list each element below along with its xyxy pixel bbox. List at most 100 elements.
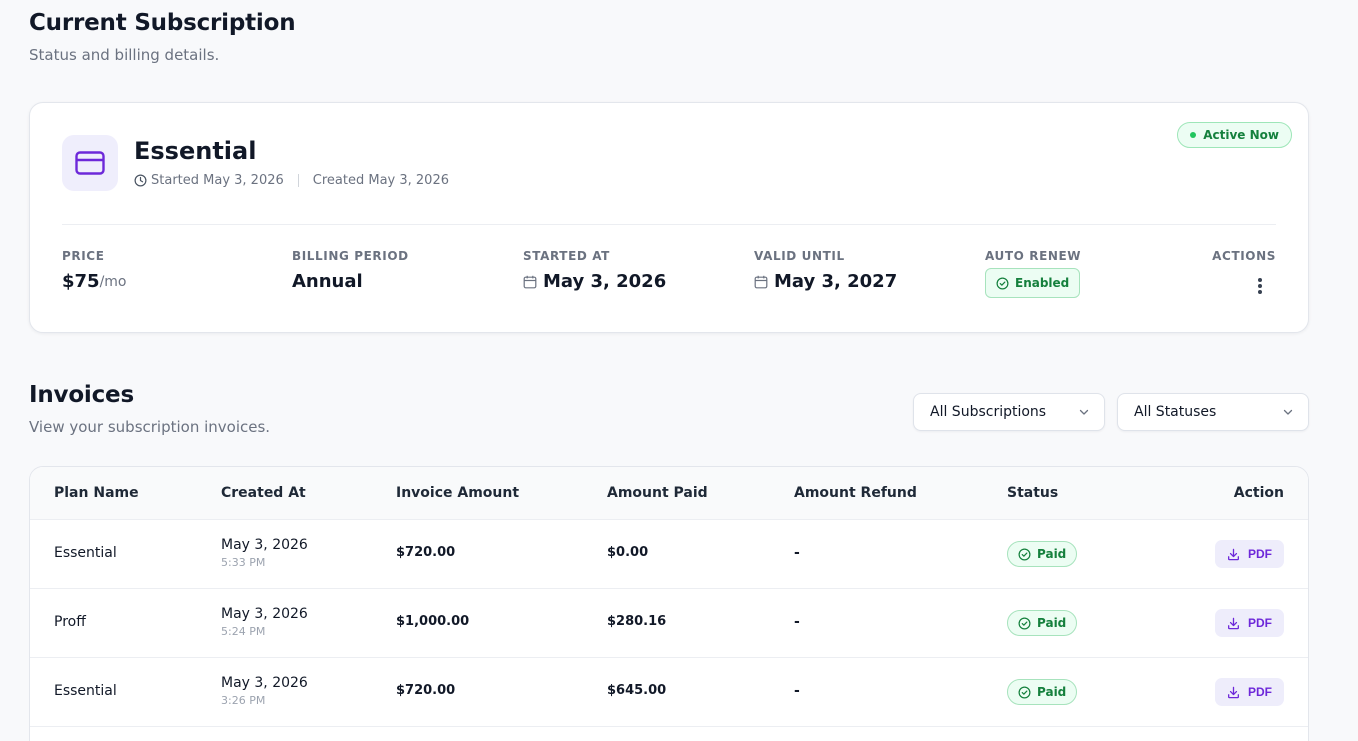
cell-amount-refund: - [794,683,800,699]
invoices-title: Invoices [29,382,134,408]
header-action: Action [1233,485,1284,501]
cell-status: Paid [1007,541,1078,567]
plan-name: Essential [134,137,257,165]
cell-status: Paid [1007,679,1078,705]
credit-card-icon [62,135,118,191]
started-at-label: STARTED AT [523,249,610,263]
cell-amount-paid: $280.16 [607,614,667,629]
card-divider [62,224,1276,225]
cell-date: May 3, 2026 [221,675,308,691]
cell-action: PDF [1215,678,1284,706]
status-dot [1190,132,1197,138]
header-invoice-amount: Invoice Amount [396,485,520,501]
subscription-subtitle: Status and billing details. [29,46,220,64]
price-unit: /mo [99,273,127,290]
status-text: Paid [1037,616,1067,630]
started-at-stat: STARTED AT May 3, 2026 [523,249,666,292]
subscription-card: Essential Started May 3, 2026 Created Ma… [29,102,1309,333]
started-at-value-row: May 3, 2026 [523,271,666,292]
cell-action: PDF [1215,540,1284,568]
plan-meta: Started May 3, 2026 Created May 3, 2026 [134,173,449,188]
subscription-title: Current Subscription [29,10,296,36]
cell-invoice-amount: $720.00 [396,545,456,560]
check-circle-icon [1018,617,1031,629]
status-badge: Paid [1007,541,1078,567]
invoices-header: Invoices View your subscription invoices… [29,382,270,436]
cell-plan-name: Proff [54,614,86,630]
download-icon [1228,548,1239,560]
table-row: Proff May 3, 2026 5:24 PM $1,000.00 $280… [30,589,1308,658]
download-pdf-button[interactable]: PDF [1215,540,1284,568]
actions-label: ACTIONS [1212,249,1276,263]
actions-stat: ACTIONS [1212,249,1276,263]
cell-amount-paid: $645.00 [607,683,667,698]
download-icon [1228,617,1239,629]
cell-time: 5:24 PM [221,625,266,638]
plan-started: Started May 3, 2026 [151,173,284,188]
download-pdf-button[interactable]: PDF [1215,678,1284,706]
valid-until-value: May 3, 2027 [774,271,898,292]
valid-until-stat: VALID UNTIL May 3, 2027 [754,249,897,292]
pdf-label: PDF [1248,685,1272,699]
status-badge: Paid [1007,679,1078,705]
subscription-filter-value: All Subscriptions [930,404,1047,420]
subscription-filter-select[interactable]: All Subscriptions [913,393,1105,431]
status-badge: Paid [1007,610,1078,636]
pdf-label: PDF [1248,616,1272,630]
clock-icon [134,174,147,187]
invoices-table: Plan Name Created At Invoice Amount Amou… [29,466,1309,741]
cell-amount-paid: $0.00 [607,545,649,560]
auto-renew-label: AUTO RENEW [985,249,1082,263]
cell-created-at: May 3, 2026 5:24 PM [221,606,308,638]
invoices-subtitle: View your subscription invoices. [29,418,271,436]
header-plan-name: Plan Name [54,485,139,501]
status-filter-select[interactable]: All Statuses [1117,393,1309,431]
billing-period-value: Annual [292,271,363,292]
kebab-dot [1258,278,1262,282]
table-row: Essential May 3, 2026 3:26 PM $720.00 $6… [30,658,1308,727]
cell-status: Paid [1007,610,1078,636]
cell-date: May 3, 2026 [221,537,308,553]
chevron-down-icon [1079,409,1089,415]
download-icon [1228,686,1239,698]
price-stat: PRICE $75/mo [62,249,127,292]
check-circle-icon [1018,686,1031,698]
auto-renew-stat: AUTO RENEW Enabled [985,249,1081,298]
calendar-icon [523,275,537,288]
pdf-label: PDF [1248,547,1272,561]
plan-created: Created May 3, 2026 [312,173,449,188]
cell-invoice-amount: $1,000.00 [396,614,470,629]
price-label: PRICE [62,249,105,263]
kebab-dot [1258,284,1262,288]
valid-until-label: VALID UNTIL [754,249,845,263]
cell-time: 5:33 PM [221,556,266,569]
table-row: Essential May 3, 2026 5:33 PM $720.00 $0… [30,520,1308,589]
download-pdf-button[interactable]: PDF [1215,609,1284,637]
cell-date: May 3, 2026 [221,606,308,622]
billing-period-label: BILLING PERIOD [292,249,409,263]
header-status: Status [1007,485,1059,501]
calendar-icon [754,275,768,288]
cell-time: 3:26 PM [221,694,266,707]
billing-period-stat: BILLING PERIOD Annual [292,249,409,292]
check-circle-icon [1018,548,1031,560]
status-text: Paid [1037,685,1067,699]
active-status-text: Active Now [1203,128,1279,142]
started-at-value: May 3, 2026 [543,271,667,292]
chevron-down-icon [1283,409,1293,415]
header-created-at: Created At [221,485,306,501]
kebab-dot [1258,290,1262,294]
header-amount-refund: Amount Refund [794,485,917,501]
check-circle-icon [996,277,1009,289]
kebab-menu-icon[interactable] [1252,276,1268,296]
status-text: Paid [1037,547,1067,561]
subscription-header: Current Subscription Status and billing … [29,10,296,64]
valid-until-value-row: May 3, 2027 [754,271,897,292]
cell-created-at: May 3, 2026 5:33 PM [221,537,308,569]
cell-amount-refund: - [794,614,800,630]
cell-plan-name: Essential [54,683,117,699]
header-amount-paid: Amount Paid [607,485,708,501]
cell-action: PDF [1215,609,1284,637]
auto-renew-badge: Enabled [985,268,1081,298]
auto-renew-value: Enabled [1015,276,1070,290]
